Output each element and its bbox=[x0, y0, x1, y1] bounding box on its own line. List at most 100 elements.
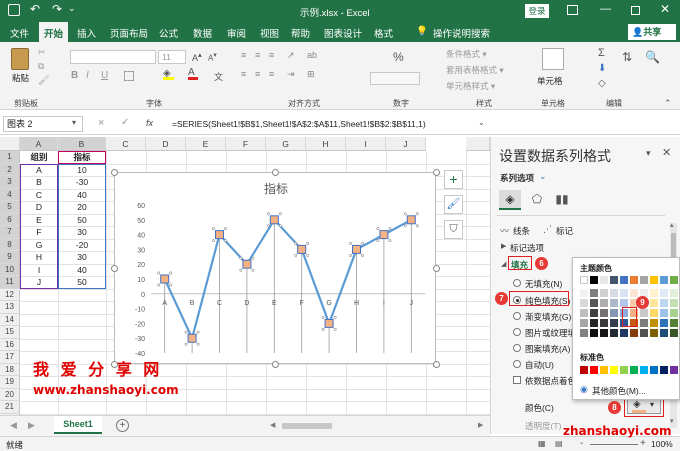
row-header[interactable]: 6 bbox=[0, 213, 20, 226]
row-header[interactable]: 20 bbox=[0, 388, 20, 401]
share-button[interactable]: 👤共享 bbox=[628, 24, 676, 40]
cells-icon[interactable] bbox=[542, 48, 564, 70]
chart-styles-button[interactable]: 🖌 bbox=[444, 195, 463, 214]
undo-icon[interactable]: ↶ bbox=[30, 2, 40, 16]
name-box-dropdown-icon[interactable]: ▾ bbox=[72, 118, 76, 127]
theme-color-swatch[interactable] bbox=[580, 289, 588, 297]
data-marker[interactable] bbox=[352, 244, 361, 254]
column-header[interactable]: J bbox=[386, 137, 426, 151]
underline-button[interactable]: U bbox=[101, 70, 108, 81]
pane-dropdown-icon[interactable]: ▾ bbox=[646, 148, 651, 159]
cell-group[interactable]: I bbox=[20, 264, 58, 277]
scroll-up-icon[interactable]: ▴ bbox=[670, 221, 674, 229]
cell-group[interactable]: H bbox=[20, 251, 58, 264]
theme-color-swatch[interactable] bbox=[590, 309, 598, 317]
fill-line-tab-icon[interactable]: ◈ bbox=[499, 190, 521, 210]
cell-value[interactable]: 10 bbox=[58, 164, 106, 177]
shrink-font-icon[interactable]: A▾ bbox=[208, 51, 217, 63]
column-header[interactable]: H bbox=[306, 137, 346, 151]
data-marker[interactable] bbox=[160, 274, 170, 284]
theme-color-swatch[interactable] bbox=[670, 319, 678, 327]
chart-resize-handle[interactable] bbox=[271, 360, 279, 368]
sort-icon[interactable]: ⇅ bbox=[622, 50, 632, 64]
cell-value[interactable]: 50 bbox=[58, 214, 106, 227]
fill-section-arrow-icon[interactable]: ◢ bbox=[501, 260, 506, 268]
marker-options-label[interactable]: 标记选项 bbox=[510, 242, 544, 254]
row-header[interactable]: 2 bbox=[0, 163, 20, 176]
login-button[interactable]: 登录 bbox=[525, 4, 549, 18]
chart-resize-handle[interactable] bbox=[110, 360, 118, 368]
theme-color-swatch[interactable] bbox=[640, 276, 648, 284]
italic-button[interactable]: I bbox=[86, 70, 89, 81]
auto-fill-radio[interactable] bbox=[513, 360, 521, 368]
align-middle-icon[interactable]: ≡ bbox=[255, 50, 260, 60]
row-header[interactable]: 12 bbox=[0, 288, 20, 301]
chart-area[interactable]: 指标 60 50 40 30 20 10 0 -10 -20 -30 -40 A B C D E F G H I J bbox=[114, 172, 436, 364]
cell-group[interactable]: J bbox=[20, 276, 58, 289]
cell-value[interactable]: 40 bbox=[58, 189, 106, 202]
marker-tab-label[interactable]: 标记 bbox=[556, 225, 573, 237]
effects-tab-icon[interactable]: ⬠ bbox=[526, 190, 548, 210]
confirm-formula-icon[interactable]: ✓ bbox=[121, 117, 129, 128]
chart-resize-handle[interactable] bbox=[110, 168, 118, 176]
theme-color-swatch[interactable] bbox=[670, 289, 678, 297]
theme-color-grid[interactable] bbox=[580, 276, 680, 337]
no-fill-radio[interactable] bbox=[513, 279, 521, 287]
cut-icon[interactable]: ✂ bbox=[38, 47, 46, 58]
series-options-label[interactable]: 系列选项 bbox=[500, 172, 534, 184]
data-marker[interactable] bbox=[242, 259, 252, 269]
theme-color-swatch[interactable] bbox=[600, 276, 608, 284]
theme-color-swatch[interactable] bbox=[610, 299, 618, 307]
format-painter-icon[interactable]: 🖌 bbox=[38, 75, 49, 86]
theme-color-swatch[interactable] bbox=[580, 329, 588, 337]
cell-value[interactable]: 30 bbox=[58, 226, 106, 239]
theme-color-swatch[interactable] bbox=[600, 289, 608, 297]
tell-me-search[interactable]: 操作说明搜索 bbox=[433, 26, 490, 40]
tab-chart-design[interactable]: 图表设计 bbox=[324, 26, 362, 40]
row-header[interactable]: 3 bbox=[0, 176, 20, 189]
theme-color-swatch[interactable] bbox=[600, 329, 608, 337]
zoom-in-button[interactable]: + bbox=[640, 438, 646, 449]
bold-button[interactable]: B bbox=[71, 70, 78, 81]
align-icons[interactable]: ≡ ≡ ≡ ↗ ab ≡ ≡ ≡ ⇥ ⊞ bbox=[241, 50, 331, 88]
pane-close-icon[interactable]: ✕ bbox=[662, 146, 671, 159]
tab-format[interactable]: 格式 bbox=[374, 26, 393, 40]
data-marker[interactable] bbox=[215, 230, 224, 240]
wen-icon[interactable]: 文 bbox=[214, 70, 223, 83]
column-header[interactable]: E bbox=[186, 137, 226, 151]
select-all-corner[interactable] bbox=[0, 137, 20, 151]
align-right-icon[interactable]: ≡ bbox=[269, 69, 274, 79]
picture-fill-radio[interactable] bbox=[513, 328, 521, 336]
theme-color-swatch[interactable] bbox=[620, 276, 628, 284]
row-header[interactable]: 8 bbox=[0, 238, 20, 251]
cell-header-group[interactable]: 组别 bbox=[20, 151, 58, 164]
standard-color-row[interactable] bbox=[580, 366, 680, 376]
insert-function-icon[interactable]: fx bbox=[146, 118, 153, 128]
no-fill-label[interactable]: 无填充(N) bbox=[525, 278, 562, 290]
tab-review[interactable]: 审阅 bbox=[227, 26, 246, 40]
number-format-box[interactable] bbox=[370, 72, 420, 85]
theme-color-swatch[interactable] bbox=[660, 289, 668, 297]
cell-group[interactable]: E bbox=[20, 214, 58, 227]
theme-color-swatch[interactable] bbox=[660, 309, 668, 317]
row-header[interactable]: 18 bbox=[0, 363, 20, 376]
standard-color-swatch[interactable] bbox=[670, 366, 678, 374]
cell-group[interactable]: F bbox=[20, 226, 58, 239]
close-icon[interactable]: ✕ bbox=[660, 2, 670, 16]
table-format-label[interactable]: 套用表格格式 ▾ bbox=[446, 64, 504, 76]
find-icon[interactable]: 🔍 bbox=[645, 50, 660, 64]
tab-insert[interactable]: 插入 bbox=[77, 26, 96, 40]
standard-color-swatch[interactable] bbox=[660, 366, 668, 374]
theme-color-swatch[interactable] bbox=[610, 309, 618, 317]
theme-color-swatch[interactable] bbox=[660, 276, 668, 284]
collapse-ribbon-icon[interactable]: ⌃ bbox=[664, 98, 672, 109]
data-marker[interactable] bbox=[187, 333, 197, 343]
column-header[interactable]: D bbox=[146, 137, 186, 151]
column-header[interactable]: C bbox=[106, 137, 146, 151]
row-header[interactable]: 17 bbox=[0, 351, 20, 364]
chart-resize-handle[interactable] bbox=[271, 168, 279, 176]
percent-button[interactable]: % bbox=[393, 50, 404, 64]
standard-color-swatch[interactable] bbox=[580, 366, 588, 374]
series-line[interactable] bbox=[163, 217, 412, 342]
customize-toolbar-icon[interactable]: ⌄ bbox=[68, 3, 76, 14]
